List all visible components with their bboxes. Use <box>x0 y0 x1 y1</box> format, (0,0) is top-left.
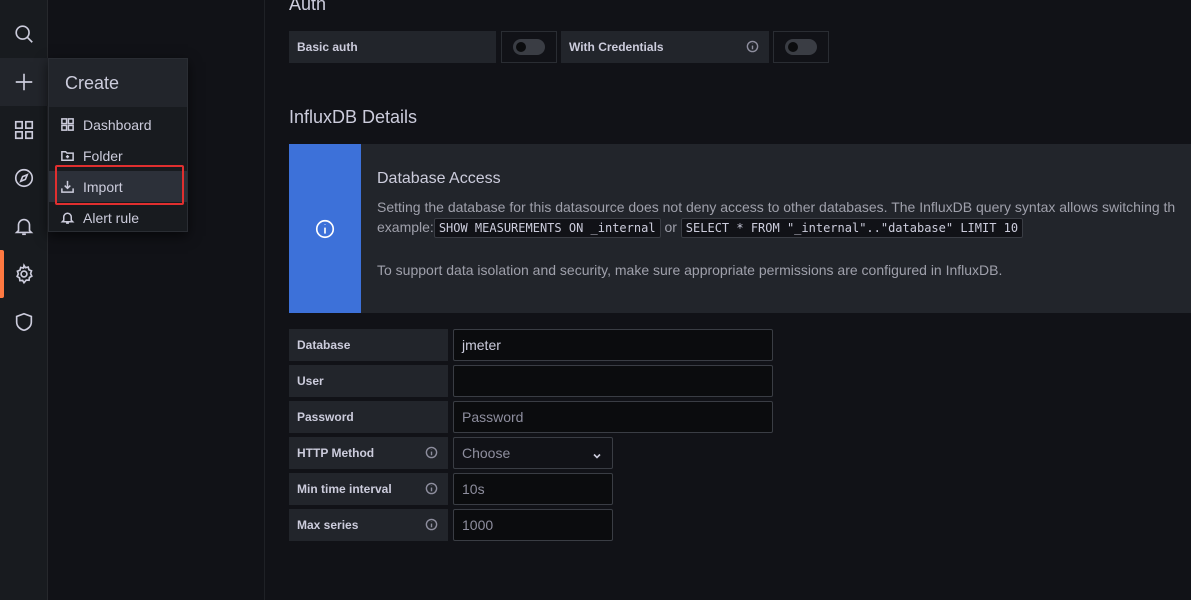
alert-example-line: example: SHOW MEASUREMENTS ON _internal o… <box>377 218 1024 238</box>
folder-plus-icon <box>61 151 74 161</box>
menu-item-dashboard[interactable]: Dashboard <box>49 109 187 140</box>
alert-text-line1: Setting the database for this datasource… <box>377 199 1176 215</box>
code-snippet: SELECT * FROM "_internal".."database" LI… <box>680 218 1024 238</box>
alert-icon-bar <box>289 144 361 313</box>
info-icon[interactable] <box>425 518 438 531</box>
database-label-text: Database <box>297 338 351 352</box>
menu-item-alert-rule[interactable]: Alert rule <box>49 202 187 233</box>
menu-item-label: Alert rule <box>83 209 140 226</box>
http-method-placeholder: Choose <box>462 445 511 461</box>
chevron-down-icon <box>592 448 602 459</box>
apps-icon[interactable] <box>0 106 48 154</box>
code-snippet: SHOW MEASUREMENTS ON _internal <box>433 218 661 238</box>
basic-auth-toggle[interactable] <box>501 31 557 63</box>
info-circle-icon <box>315 219 335 238</box>
menu-item-label: Import <box>83 178 123 195</box>
shield-icon[interactable] <box>0 298 48 346</box>
http-method-label: HTTP Method <box>289 437 448 469</box>
basic-auth-label: Basic auth <box>289 31 496 63</box>
basic-auth-label-text: Basic auth <box>297 40 358 54</box>
plus-icon[interactable] <box>0 58 48 106</box>
compass-icon[interactable] <box>0 154 48 202</box>
or-text: or <box>664 219 677 235</box>
gear-icon[interactable] <box>0 250 48 298</box>
create-menu: Create Dashboard Folder Import Alert rul… <box>48 58 188 232</box>
menu-item-label: Dashboard <box>83 116 152 133</box>
http-method-label-text: HTTP Method <box>297 446 375 460</box>
example-prefix: example: <box>377 219 434 235</box>
toggle-switch <box>513 39 545 55</box>
database-input[interactable]: jmeter <box>453 329 773 361</box>
min-time-interval-label-text: Min time interval <box>297 482 392 496</box>
create-menu-title: Create <box>49 59 187 107</box>
with-credentials-label: With Credentials <box>561 31 769 63</box>
info-icon[interactable] <box>746 40 759 53</box>
info-icon[interactable] <box>425 482 438 495</box>
max-series-input[interactable]: 1000 <box>453 509 613 541</box>
database-label: Database <box>289 329 448 361</box>
toggle-switch <box>785 39 817 55</box>
http-method-select[interactable]: Choose <box>453 437 613 469</box>
user-label-text: User <box>297 374 324 388</box>
info-icon[interactable] <box>425 446 438 459</box>
menu-item-folder[interactable]: Folder <box>49 140 187 171</box>
with-credentials-label-text: With Credentials <box>569 40 664 54</box>
bell-icon <box>60 212 75 224</box>
auth-section-title: Auth <box>289 0 327 14</box>
import-icon <box>61 180 74 193</box>
alert-text-line2: To support data isolation and security, … <box>377 262 1003 278</box>
datasource-settings: Auth Basic auth With Credentials InfluxD… <box>289 0 1191 600</box>
max-series-label: Max series <box>289 509 448 541</box>
user-input[interactable] <box>453 365 773 397</box>
password-input[interactable]: Password <box>453 401 773 433</box>
bell-icon[interactable] <box>0 202 48 250</box>
menu-item-label: Folder <box>83 147 123 164</box>
database-access-alert: Database Access Setting the database for… <box>289 144 1191 313</box>
alert-title: Database Access <box>377 170 501 187</box>
max-series-label-text: Max series <box>297 518 359 532</box>
min-time-interval-label: Min time interval <box>289 473 448 505</box>
min-time-interval-input[interactable]: 10s <box>453 473 613 505</box>
password-label-text: Password <box>297 410 354 424</box>
user-label: User <box>289 365 448 397</box>
password-label: Password <box>289 401 448 433</box>
with-credentials-toggle[interactable] <box>773 31 829 63</box>
search-icon[interactable] <box>0 10 48 58</box>
menu-item-import[interactable]: Import <box>49 171 187 202</box>
influxdb-details-title: InfluxDB Details <box>289 107 418 127</box>
side-nav-rail <box>0 0 48 600</box>
apps-icon <box>61 118 74 131</box>
